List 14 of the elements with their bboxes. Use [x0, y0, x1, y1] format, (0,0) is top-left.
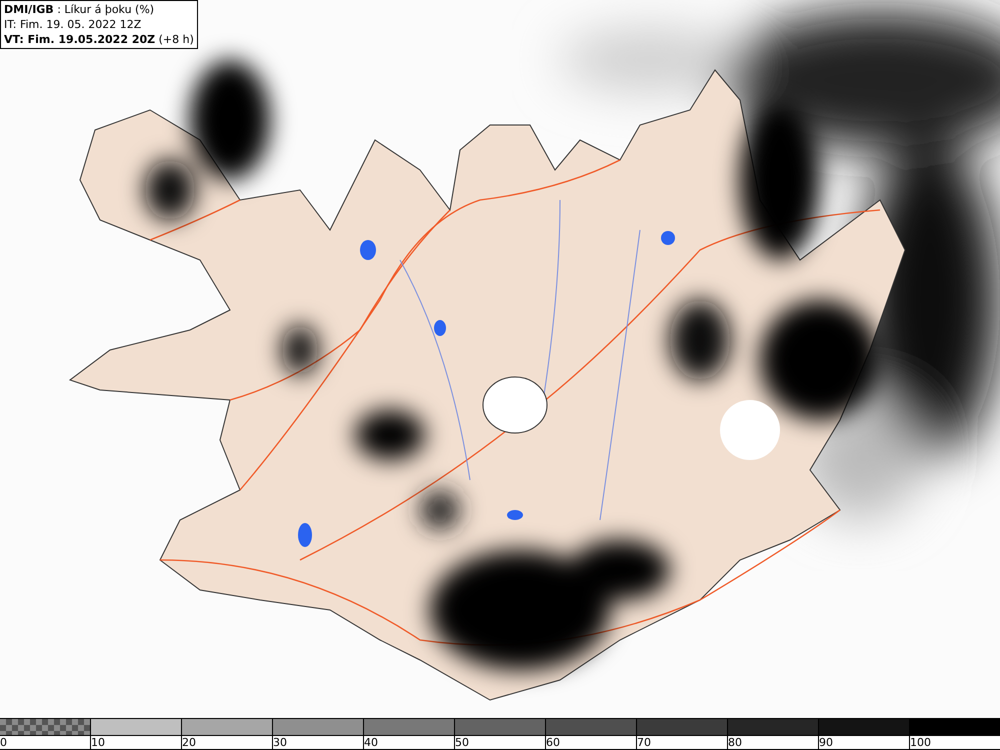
legend-label: 90: [819, 736, 833, 749]
legend-label: 70: [637, 736, 651, 749]
legend-label: 40: [364, 736, 378, 749]
legend-label: 80: [728, 736, 742, 749]
valid-time: VT: Fim. 19.05.2022 20Z (+8 h): [4, 32, 194, 47]
legend-label: 10: [91, 736, 105, 749]
legend-label: 0: [0, 736, 7, 749]
legend-label: 30: [273, 736, 287, 749]
map-title: DMI/IGB : Líkur á þoku (%): [4, 2, 156, 17]
legend-label: 50: [455, 736, 469, 749]
legend-label: 20: [182, 736, 196, 749]
legend-label: 60: [546, 736, 560, 749]
legend-label: 100: [910, 736, 931, 749]
init-time: IT: Fim. 19. 05. 2022 12Z: [4, 17, 142, 32]
